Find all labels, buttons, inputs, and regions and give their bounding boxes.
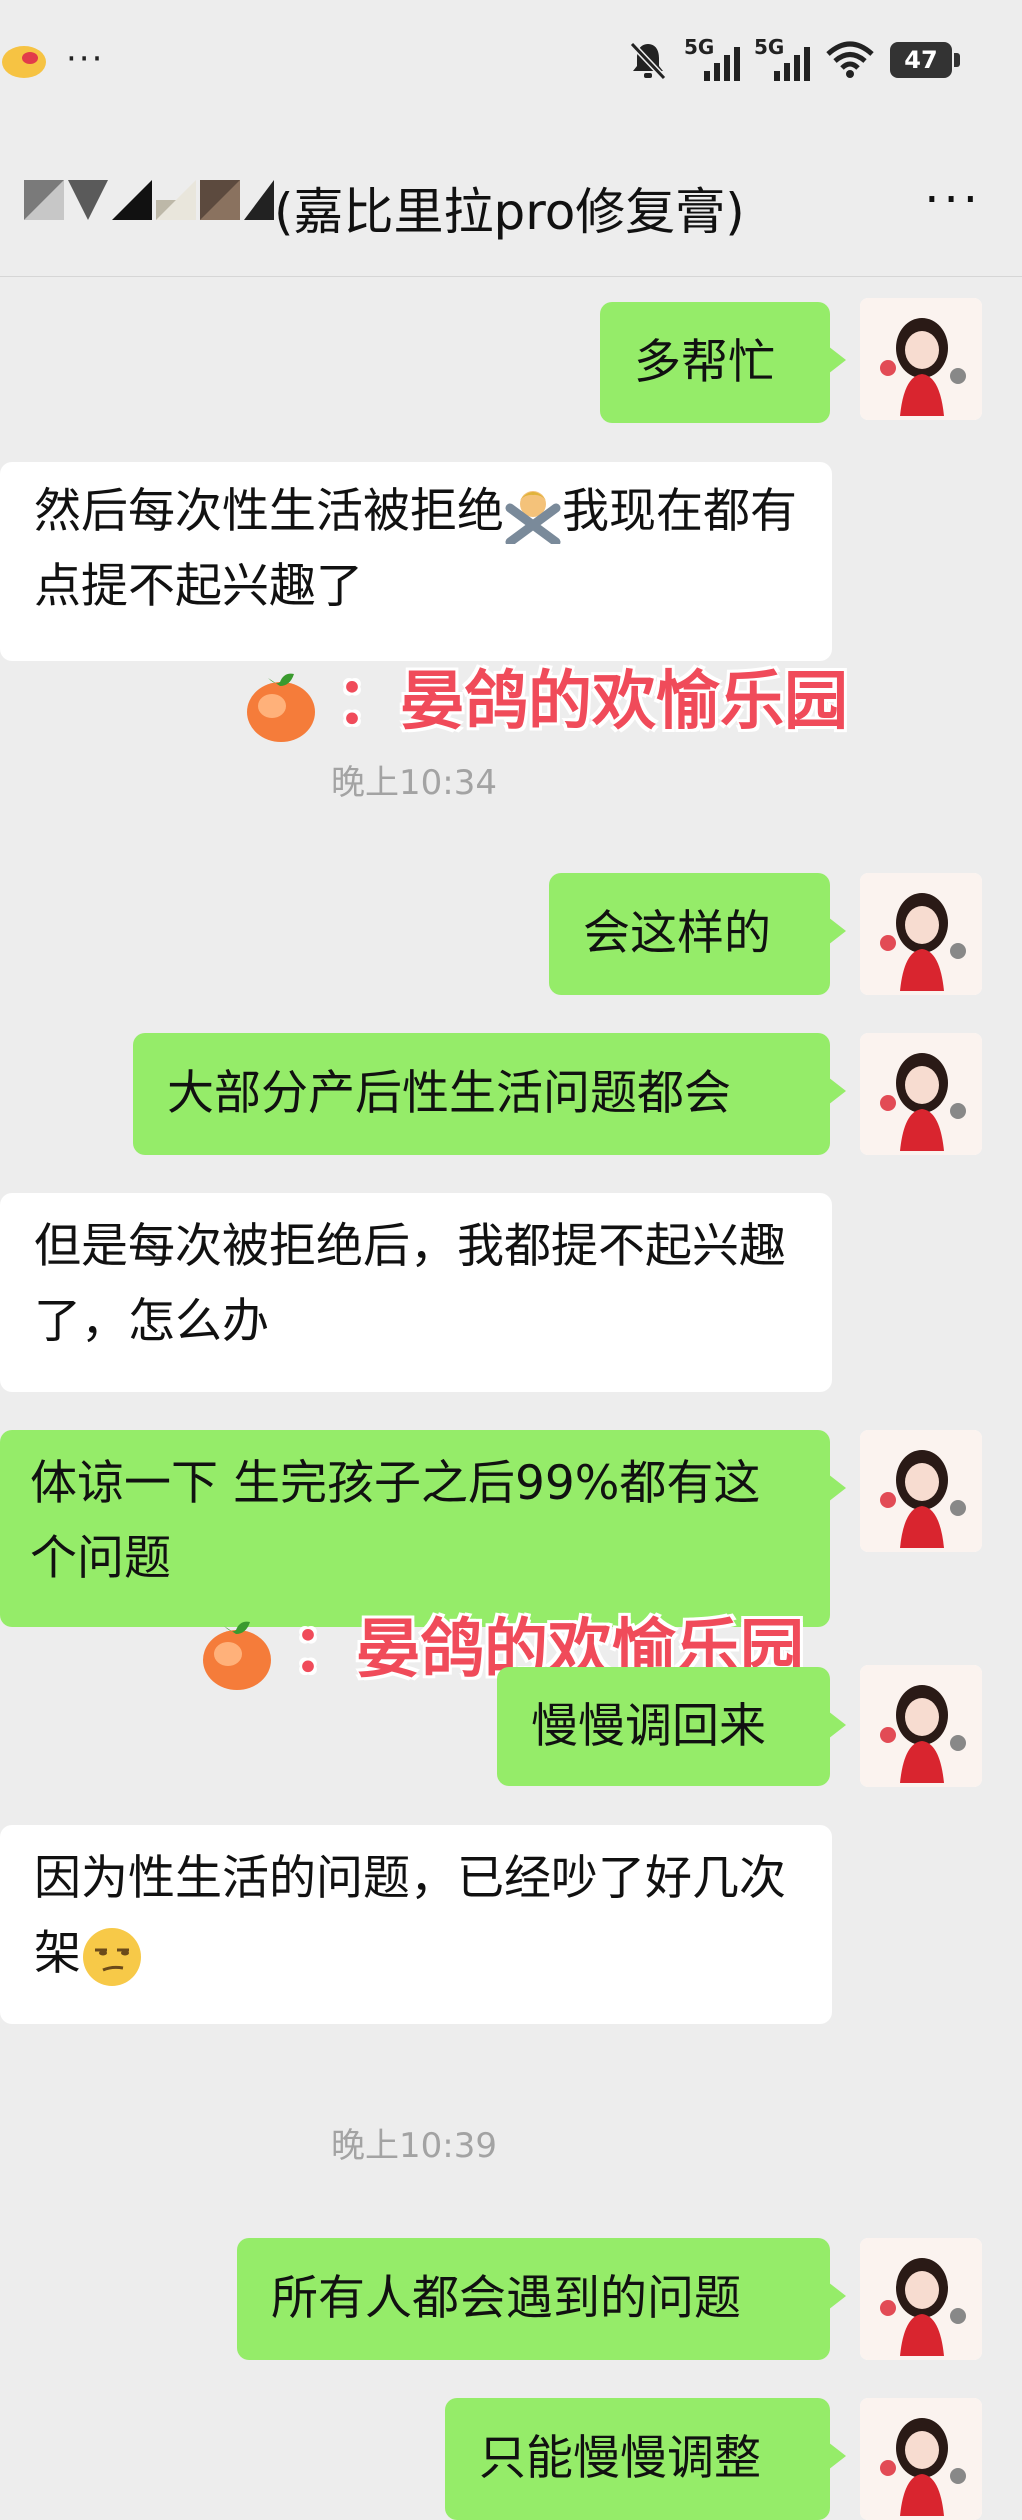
message-text: 体谅一下 生完孩子之后99%都有这个问题 bbox=[30, 1456, 761, 1586]
avatar[interactable] bbox=[860, 298, 982, 420]
message-text: 因为性生活的问题，已经吵了好几次架 bbox=[34, 1851, 786, 1981]
signal-icon: 5G bbox=[684, 35, 740, 81]
notification-emoji-icon bbox=[2, 46, 46, 78]
message-text: 所有人都会遇到的问题 bbox=[271, 2271, 741, 2326]
message-bubble-outgoing[interactable]: 多帮忙 bbox=[600, 302, 846, 423]
message-bubble-incoming[interactable]: 然后每次性生活被拒绝 我现在都有点提不起兴趣了 bbox=[0, 462, 832, 661]
more-options-button[interactable]: ··· bbox=[924, 176, 982, 224]
peach-icon bbox=[247, 674, 315, 743]
watermark: ：晏鸽的欢愉乐园 bbox=[240, 650, 848, 746]
message-bubble-outgoing[interactable]: 大部分产后性生活问题都会 bbox=[133, 1033, 846, 1155]
message-text: 多帮忙 bbox=[634, 335, 775, 390]
message-bubble-outgoing[interactable]: 只能慢慢调整 bbox=[445, 2398, 846, 2520]
message-text: 然后每次性生活被拒绝 bbox=[34, 484, 504, 539]
wifi-icon bbox=[826, 41, 874, 78]
message-text: 大部分产后性生活问题都会 bbox=[167, 1066, 731, 1121]
peach-icon bbox=[203, 1622, 271, 1691]
timestamp: 晚上10:34 bbox=[331, 763, 497, 803]
chat-header: (嘉比里拉pro修复膏) ··· bbox=[0, 130, 1022, 277]
avatar-girl-icon bbox=[860, 873, 982, 995]
triangle-icon bbox=[156, 180, 196, 220]
triangle-icon bbox=[244, 180, 274, 220]
unamused-face-emoji bbox=[83, 1927, 141, 1986]
avatar-girl-icon bbox=[860, 1665, 982, 1787]
avatar[interactable] bbox=[860, 2398, 982, 2520]
avatar[interactable] bbox=[860, 873, 982, 995]
message-bubble-outgoing[interactable]: 会这样的 bbox=[549, 873, 846, 995]
triangle-icon bbox=[68, 180, 108, 220]
chat-title: (嘉比里拉pro修复膏) bbox=[274, 183, 745, 241]
message-bubble-incoming[interactable]: 但是每次被拒绝后，我都提不起兴趣了，怎么办 bbox=[0, 1193, 832, 1392]
title-decoration bbox=[24, 180, 274, 220]
avatar[interactable] bbox=[860, 1665, 982, 1787]
message-bubble-outgoing[interactable]: 所有人都会遇到的问题 bbox=[237, 2238, 846, 2360]
avatar-girl-icon bbox=[860, 1033, 982, 1155]
message-text: 只能慢慢调整 bbox=[479, 2431, 761, 2486]
triangle-icon bbox=[112, 180, 152, 220]
signal-icon: 5G bbox=[754, 35, 810, 81]
battery-icon: 47 bbox=[890, 42, 960, 78]
status-bar: ··· 5G 5G 47 bbox=[0, 0, 1022, 130]
message-bubble-outgoing[interactable]: 慢慢调回来 bbox=[497, 1667, 846, 1786]
square-icon bbox=[200, 180, 240, 220]
status-more-dots: ··· bbox=[66, 39, 105, 79]
status-icons: 5G 5G 47 bbox=[626, 35, 960, 82]
avatar[interactable] bbox=[860, 2238, 982, 2360]
message-text: 会这样的 bbox=[583, 906, 771, 961]
avatar-girl-icon bbox=[860, 298, 982, 420]
person-gesturing-no-emoji bbox=[505, 490, 561, 544]
avatar-girl-icon bbox=[860, 2238, 982, 2360]
avatar[interactable] bbox=[860, 1033, 982, 1155]
mute-bell-icon bbox=[629, 41, 667, 81]
avatar-girl-icon bbox=[860, 1430, 982, 1552]
message-bubble-incoming[interactable]: 因为性生活的问题，已经吵了好几次架 bbox=[0, 1825, 832, 2024]
message-text: 但是每次被拒绝后，我都提不起兴趣了，怎么办 bbox=[34, 1219, 786, 1349]
avatar-girl-icon bbox=[860, 2398, 982, 2520]
timestamp: 晚上10:39 bbox=[331, 2126, 497, 2166]
avatar[interactable] bbox=[860, 1430, 982, 1552]
triangle-icon bbox=[24, 180, 64, 220]
message-text: 慢慢调回来 bbox=[531, 1699, 766, 1754]
